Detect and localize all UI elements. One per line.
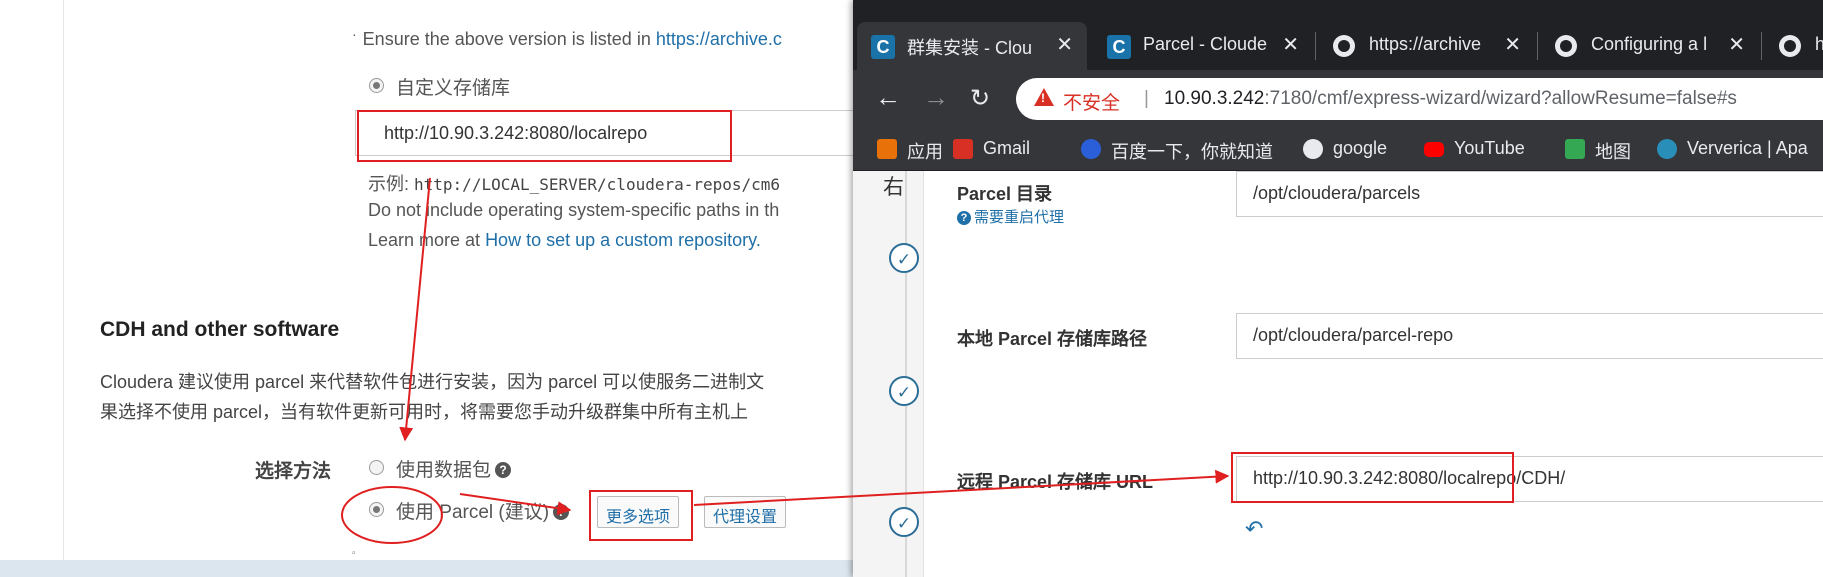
bookmark-baidu[interactable]: 百度一下，你就知道	[1081, 138, 1273, 164]
bookmark-maps[interactable]: 地图	[1565, 138, 1631, 164]
parcel-directory-label: Parcel 目录	[957, 184, 1053, 204]
parcel-directory-input[interactable]: /opt/cloudera/parcels	[1236, 171, 1823, 217]
apps-grid-icon	[877, 139, 897, 159]
remote-parcel-repo-url-input[interactable]: http://10.90.3.242:8080/localrepo/CDH/	[1236, 456, 1823, 502]
browser-window: C 群集安装 - Clou ✕ C Parcel - Cloude ✕ http…	[853, 0, 1823, 577]
tab-title: Parcel - Cloude	[1143, 34, 1268, 54]
use-packages-radio[interactable]	[369, 460, 384, 475]
tab-extra[interactable]: ht	[1765, 22, 1823, 70]
ververica-icon	[1657, 139, 1677, 159]
proxy-settings-button[interactable]: 代理设置	[704, 496, 787, 528]
close-icon[interactable]: ✕	[1056, 32, 1073, 57]
tab-parcel[interactable]: C Parcel - Cloude ✕	[1093, 22, 1313, 70]
close-icon[interactable]: ✕	[1282, 32, 1299, 57]
globe-icon	[1333, 35, 1355, 57]
maps-icon	[1565, 139, 1585, 159]
os-path-note: Do not include operating system-specific…	[368, 200, 780, 220]
warning-triangle-icon	[1034, 88, 1054, 106]
bookmark-youtube[interactable]: YouTube	[1424, 138, 1525, 159]
tab-separator	[1537, 32, 1538, 60]
close-icon[interactable]: ✕	[1728, 32, 1745, 57]
bookmark-apps[interactable]: 应用	[877, 138, 943, 164]
cloudera-icon: C	[1107, 35, 1131, 59]
step-check-icon[interactable]: ✓	[889, 376, 919, 406]
tab-strip: C 群集安装 - Clou ✕ C Parcel - Cloude ✕ http…	[853, 0, 1823, 78]
close-icon[interactable]: ✕	[1504, 32, 1521, 57]
local-parcel-repo-input[interactable]: /opt/cloudera/parcel-repo	[1236, 313, 1823, 359]
restart-proxy-link[interactable]: ? 需要重启代理	[957, 206, 1064, 227]
step-check-icon[interactable]: ✓	[889, 507, 919, 537]
tab-separator	[1761, 32, 1762, 60]
back-arrow-icon[interactable]: ←	[875, 82, 901, 113]
baidu-paw-icon	[1081, 139, 1101, 159]
insecure-label: 不安全	[1063, 93, 1121, 114]
question-icon: ?	[957, 211, 971, 225]
example-text: 示例: http://LOCAL_SERVER/cloudera-repos/c…	[368, 174, 781, 194]
local-parcel-repo-label: 本地 Parcel 存储库路径	[957, 329, 1148, 349]
remote-parcel-repo-label: 远程 Parcel 存储库 URL	[957, 472, 1154, 492]
address-bar[interactable]: 不安全 | 10.90.3.242:7180/cmf/express-wizar…	[1016, 78, 1823, 120]
bookmark-google[interactable]: google	[1303, 138, 1387, 159]
gmail-icon	[953, 139, 973, 159]
bookmark-ververica[interactable]: Ververica | Apa	[1657, 138, 1808, 159]
youtube-icon	[1424, 142, 1444, 157]
forward-arrow-icon[interactable]: →	[923, 82, 949, 113]
url-text: 10.90.3.242:7180/cmf/express-wizard/wiza…	[1164, 88, 1737, 109]
parcel-description-line-2: 果选择不使用 parcel，当有软件更新可用时，将需要您手动升级群集中所有主机上	[100, 402, 749, 422]
use-parcel-radio[interactable]	[369, 502, 384, 517]
question-icon[interactable]: ?	[553, 504, 570, 520]
cloudera-icon: C	[871, 35, 895, 59]
method-label: 选择方法	[255, 461, 332, 482]
globe-icon	[1779, 35, 1801, 57]
custom-repo-url-input[interactable]: http://10.90.3.242:8080/localrepo	[355, 110, 865, 156]
cursor-dot: ▫	[352, 548, 356, 559]
omnibox-divider: |	[1144, 88, 1149, 109]
installer-page-background: · Ensure the above version is listed in h…	[0, 0, 865, 577]
tab-title: 群集安装 - Clou	[907, 38, 1033, 58]
example-code: http://LOCAL_SERVER/cloudera-repos/cm6	[414, 175, 781, 194]
use-packages-label: 使用数据包?	[396, 455, 512, 482]
ensure-version-note: · Ensure the above version is listed in h…	[352, 26, 782, 49]
undo-icon[interactable]: ↶	[1245, 516, 1263, 542]
globe-icon	[1303, 139, 1323, 159]
tab-configuring[interactable]: Configuring a l ✕	[1541, 22, 1759, 70]
bookmark-gmail[interactable]: Gmail	[953, 138, 1030, 159]
rail-heading: 右	[883, 176, 904, 199]
custom-repo-radio[interactable]	[369, 78, 384, 93]
bookmarks-bar: 应用 Gmail 百度一下，你就知道 google YouTube 地图 Ver…	[853, 128, 1823, 171]
browser-toolbar: ← → ↻ 不安全 | 10.90.3.242:7180/cmf/express…	[853, 70, 1823, 128]
parcel-description-line-1: Cloudera 建议使用 parcel 来代替软件包进行安装，因为 parce…	[100, 372, 765, 392]
learn-more-text: Learn more at How to set up a custom rep…	[368, 230, 761, 250]
reload-icon[interactable]: ↻	[970, 84, 990, 113]
taskbar-strip	[0, 560, 860, 577]
archive-link[interactable]: https://archive.c	[656, 29, 782, 49]
custom-repo-label: 自定义存储库	[396, 78, 511, 99]
tab-separator	[1315, 32, 1316, 60]
tab-cluster-install[interactable]: C 群集安装 - Clou ✕	[857, 22, 1087, 70]
page-gutter-line	[63, 0, 64, 560]
tab-title: https://archive	[1369, 34, 1482, 54]
tab-title: Configuring a l	[1591, 34, 1708, 54]
tab-title: ht	[1815, 34, 1823, 54]
globe-icon	[1555, 35, 1577, 57]
wizard-step-rail: 右 ✓ ✓ ✓	[853, 171, 924, 577]
wizard-content: 右 ✓ ✓ ✓ Parcel 目录 ? 需要重启代理 /opt/cloudera/…	[853, 171, 1823, 577]
tab-archive[interactable]: https://archive ✕	[1319, 22, 1535, 70]
step-check-icon[interactable]: ✓	[889, 243, 919, 273]
more-options-button[interactable]: 更多选项	[597, 496, 680, 528]
section-title: CDH and other software	[100, 318, 340, 341]
use-parcel-label: 使用 Parcel (建议)?	[396, 497, 570, 524]
question-icon[interactable]: ?	[495, 462, 512, 478]
custom-repo-help-link[interactable]: How to set up a custom repository.	[485, 230, 761, 250]
